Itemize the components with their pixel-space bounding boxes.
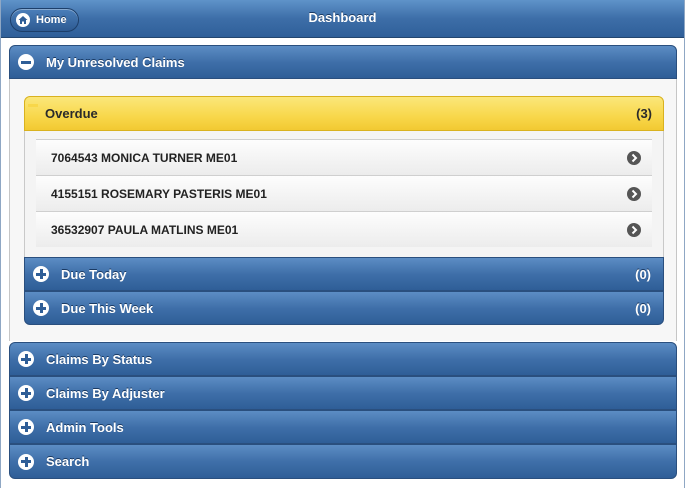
claim-label: 4155151 ROSEMARY PASTERIS ME01 <box>51 186 267 201</box>
section-my-unresolved-claims[interactable]: My Unresolved Claims <box>9 45 677 79</box>
list-item[interactable]: 36532907 PAULA MATLINS ME01 <box>36 211 652 247</box>
overdue-count: (3) <box>636 106 652 121</box>
claim-label: 36532907 PAULA MATLINS ME01 <box>51 222 239 237</box>
section-label: Claims By Adjuster <box>46 385 165 401</box>
expand-icon <box>18 453 34 470</box>
expand-icon <box>33 300 49 316</box>
expand-icon <box>33 266 49 282</box>
list-item[interactable]: 4155151 ROSEMARY PASTERIS ME01 <box>36 175 652 211</box>
overdue-list: 7064543 MONICA TURNER ME01 4155151 ROSEM… <box>24 131 664 257</box>
expand-icon <box>18 385 34 401</box>
section-label: Due This Week <box>61 300 154 316</box>
section-label: Due Today <box>61 266 127 282</box>
section-label: Overdue <box>45 106 98 121</box>
section-label: My Unresolved Claims <box>46 54 185 70</box>
section-due-this-week[interactable]: Due This Week (0) <box>24 291 664 325</box>
expand-icon <box>18 351 34 367</box>
section-claims-by-status[interactable]: Claims By Status <box>9 342 677 376</box>
section-overdue[interactable]: Overdue (3) <box>24 96 664 131</box>
page-title: Dashboard <box>308 10 377 25</box>
expand-icon <box>18 419 34 435</box>
list-item[interactable]: 7064543 MONICA TURNER ME01 <box>36 139 652 175</box>
due-today-count: (0) <box>635 266 651 282</box>
arrow-right-icon <box>627 187 641 201</box>
header-bar: Home Dashboard <box>1 0 684 38</box>
arrow-right-icon <box>627 223 641 237</box>
section-admin-tools[interactable]: Admin Tools <box>9 410 677 444</box>
claim-label: 7064543 MONICA TURNER ME01 <box>51 150 238 165</box>
section-label: Admin Tools <box>46 419 124 435</box>
collapse-icon <box>18 54 34 70</box>
section-due-today[interactable]: Due Today (0) <box>24 257 664 291</box>
due-this-week-count: (0) <box>635 300 651 316</box>
section-label: Search <box>46 454 90 469</box>
arrow-right-icon <box>627 151 641 165</box>
section-search[interactable]: Search <box>9 444 677 479</box>
section-label: Claims By Status <box>46 351 153 367</box>
section-claims-by-adjuster[interactable]: Claims By Adjuster <box>9 376 677 410</box>
